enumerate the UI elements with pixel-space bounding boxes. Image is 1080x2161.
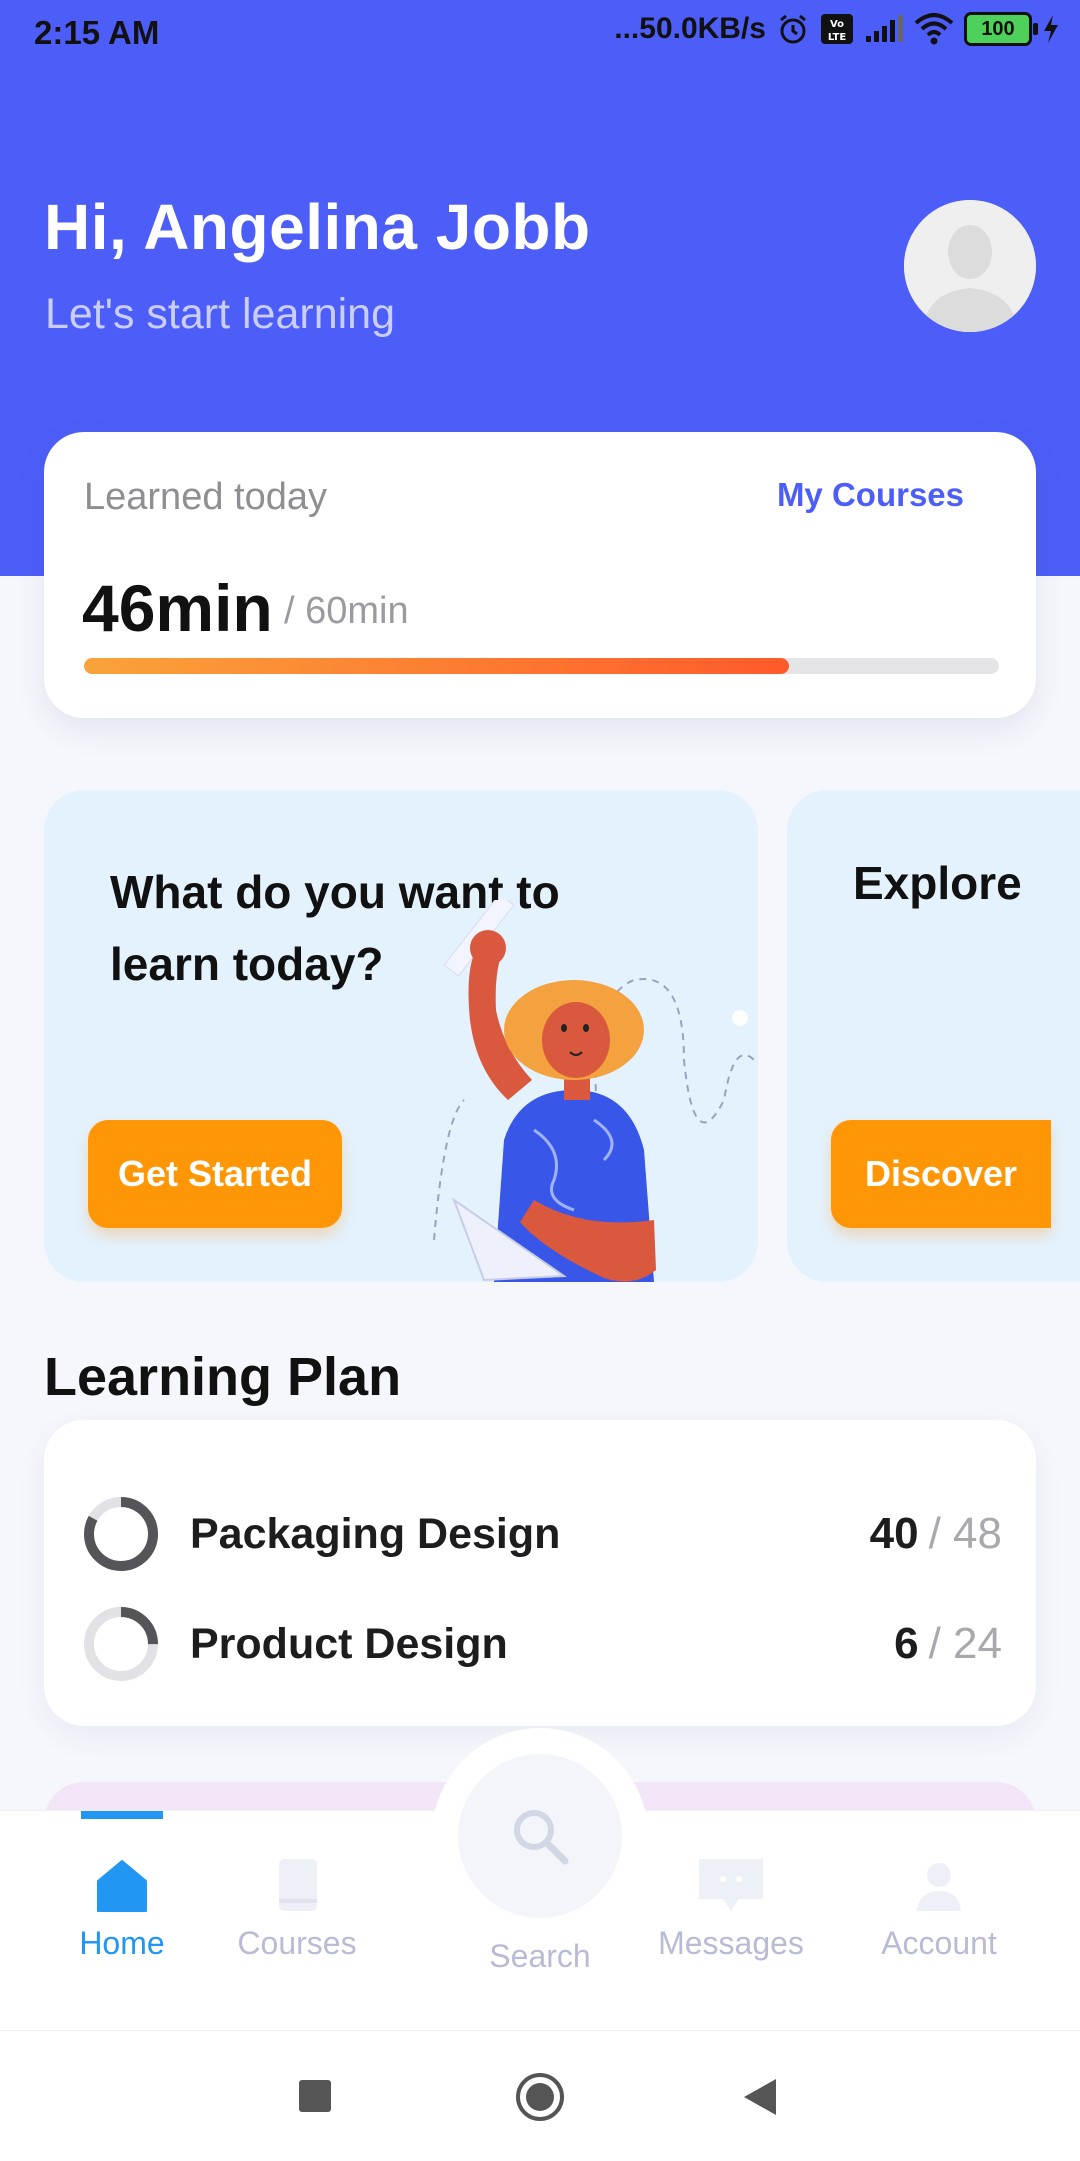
svg-text:Vo: Vo xyxy=(830,19,844,30)
learned-minutes: 46min xyxy=(82,571,273,645)
woman-with-ruler-illustration xyxy=(433,900,755,1282)
my-courses-link[interactable]: My Courses xyxy=(777,476,964,514)
progress-ring-icon xyxy=(84,1607,158,1681)
learned-today-label: Learned today xyxy=(84,476,327,518)
learning-progress-bar xyxy=(84,658,999,674)
learning-plan-title: Learning Plan xyxy=(44,1347,402,1407)
nav-courses[interactable]: Courses xyxy=(207,1855,387,1962)
greeting-title: Hi, Angelina Jobb xyxy=(44,191,591,263)
plan-item-product-design[interactable]: Product Design 6 / 24 xyxy=(82,1604,1002,1684)
status-icons: ...50.0KB/s Vo LTE 100 xyxy=(614,12,1060,46)
promo-card-explore: Explore Discover xyxy=(787,790,1080,1282)
search-icon xyxy=(514,1810,569,1865)
signal-icon xyxy=(866,15,903,42)
progress-ring-icon xyxy=(84,1497,158,1571)
plan-item-total: / 24 xyxy=(928,1619,1002,1668)
nav-account-label: Account xyxy=(881,1925,997,1961)
recents-button-icon[interactable] xyxy=(298,2079,332,2113)
nav-home-label: Home xyxy=(79,1925,165,1961)
plan-item-done: 6 xyxy=(894,1619,919,1668)
network-speed: ...50.0KB/s xyxy=(614,12,766,45)
book-icon xyxy=(279,1859,317,1911)
chat-icon xyxy=(699,1859,763,1911)
plan-item-name: Packaging Design xyxy=(190,1509,561,1558)
battery-icon: 100 xyxy=(964,12,1038,46)
volte-icon: Vo LTE xyxy=(821,14,853,44)
plan-item-done: 40 xyxy=(869,1509,919,1558)
learned-today-card: Learned today My Courses 46min / 60min xyxy=(44,432,1036,718)
promo-title: Explore xyxy=(853,857,1022,909)
avatar[interactable] xyxy=(904,200,1036,332)
nav-courses-label: Courses xyxy=(237,1925,357,1961)
nav-messages[interactable]: Messages xyxy=(641,1855,821,1962)
svg-text:LTE: LTE xyxy=(828,32,847,43)
home-button-icon[interactable] xyxy=(514,2071,566,2123)
plan-item-total: / 48 xyxy=(928,1509,1002,1558)
user-silhouette-icon xyxy=(904,200,1036,332)
system-navigation-bar xyxy=(0,2030,1080,2161)
back-button-icon[interactable] xyxy=(742,2077,778,2117)
learning-plan-card: Packaging Design 40 / 48 Product Design … xyxy=(44,1420,1036,1726)
nav-search-label: Search xyxy=(489,1938,591,1974)
get-started-button[interactable]: Get Started xyxy=(88,1120,342,1228)
charging-icon xyxy=(1044,15,1058,43)
plan-item-name: Product Design xyxy=(190,1619,508,1668)
alarm-icon xyxy=(780,14,806,44)
goal-minutes: / 60min xyxy=(284,590,409,632)
active-tab-indicator xyxy=(81,1811,163,1819)
nav-home[interactable]: Home xyxy=(32,1855,212,1962)
user-icon xyxy=(917,1863,961,1911)
wifi-icon xyxy=(914,13,954,45)
discover-button[interactable]: Discover xyxy=(831,1120,1051,1228)
status-time: 2:15 AM xyxy=(34,14,160,51)
greeting-subtitle: Let's start learning xyxy=(45,290,396,338)
learning-progress-fill xyxy=(84,658,789,674)
nav-account[interactable]: Account xyxy=(849,1855,1029,1962)
promo-card-learn: What do you want to learn today? Get Sta… xyxy=(44,790,758,1282)
home-icon xyxy=(97,1860,147,1912)
nav-messages-label: Messages xyxy=(658,1925,804,1961)
nav-search[interactable] xyxy=(458,1754,622,1918)
plan-item-packaging-design[interactable]: Packaging Design 40 / 48 xyxy=(82,1494,1002,1574)
